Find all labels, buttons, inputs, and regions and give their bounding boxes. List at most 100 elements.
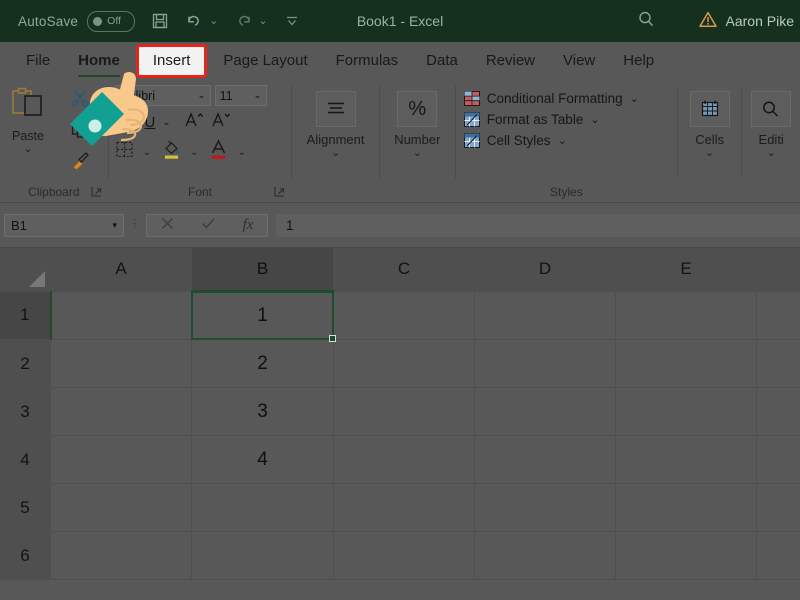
confirm-check-icon[interactable] [201, 217, 216, 233]
tab-file[interactable]: File [12, 42, 64, 80]
cell-d1[interactable] [475, 291, 616, 340]
tab-help[interactable]: Help [609, 42, 668, 80]
cell-b5[interactable] [192, 484, 334, 532]
paste-button[interactable]: Paste ⌄ [0, 85, 56, 155]
row-header-3[interactable]: 3 [0, 388, 51, 436]
tab-home[interactable]: Home [64, 42, 134, 80]
cell-d5[interactable] [475, 484, 616, 532]
format-as-table-button[interactable]: Format as Table ⌄ [464, 112, 639, 127]
underline-icon[interactable]: U [145, 114, 156, 131]
warning-triangle-icon[interactable] [699, 11, 717, 31]
select-all-corner-icon[interactable] [0, 248, 51, 291]
column-header-e[interactable]: E [616, 248, 757, 291]
cell-f1[interactable] [757, 291, 800, 340]
borders-icon[interactable] [115, 140, 135, 164]
cell-c6[interactable] [334, 532, 475, 580]
insert-function-fx-icon[interactable]: fx [243, 217, 254, 234]
cell-a2[interactable] [51, 340, 192, 388]
cell-d2[interactable] [475, 340, 616, 388]
font-color-icon[interactable] [209, 139, 229, 165]
tab-view[interactable]: View [549, 42, 609, 80]
cell-f3[interactable] [757, 388, 800, 436]
name-box[interactable]: B1 ▾ [4, 214, 124, 237]
cell-d6[interactable] [475, 532, 616, 580]
copy-icon[interactable] [71, 120, 90, 144]
cell-a3[interactable] [51, 388, 192, 436]
cell-a4[interactable] [51, 436, 192, 484]
column-header-a[interactable]: A [51, 248, 192, 291]
row-header-4[interactable]: 4 [0, 436, 51, 484]
cell-d3[interactable] [475, 388, 616, 436]
cell-c2[interactable] [334, 340, 475, 388]
row-header-5[interactable]: 5 [0, 484, 51, 532]
number-chevron-down-icon[interactable]: ⌄ [413, 148, 422, 159]
customize-quick-access-icon[interactable] [284, 14, 300, 28]
cell-b3[interactable]: 3 [192, 388, 334, 436]
cell-styles-button[interactable]: Cell Styles ⌄ [464, 133, 639, 148]
cell-b2[interactable]: 2 [192, 340, 334, 388]
underline-chevron-down-icon[interactable]: ⌄ [162, 117, 170, 128]
conditional-formatting-button[interactable]: Conditional Formatting ⌄ [464, 91, 639, 106]
row-header-2[interactable]: 2 [0, 340, 51, 388]
tab-data[interactable]: Data [412, 42, 472, 80]
undo-icon[interactable] [185, 12, 204, 30]
cell-a6[interactable] [51, 532, 192, 580]
decrease-font-size-icon[interactable] [211, 111, 231, 133]
save-icon[interactable] [151, 12, 169, 30]
name-box-chevron-down-icon[interactable]: ▾ [112, 220, 117, 231]
ribbon-group-editing[interactable]: Editi ⌄ [742, 80, 800, 202]
cell-c3[interactable] [334, 388, 475, 436]
font-name-combobox[interactable]: Calibri ⌄ [115, 85, 211, 106]
tab-review[interactable]: Review [472, 42, 549, 80]
row-header-1[interactable]: 1 [0, 291, 51, 340]
column-header-f[interactable] [757, 248, 800, 291]
cell-e6[interactable] [616, 532, 757, 580]
tab-page-layout[interactable]: Page Layout [209, 42, 321, 80]
tab-insert[interactable]: Insert [136, 44, 208, 78]
undo-chevron-down-icon[interactable]: ⌄ [209, 16, 218, 27]
ribbon-group-cells[interactable]: Cells ⌄ [678, 80, 741, 202]
user-name-label[interactable]: Aaron Pike [726, 13, 794, 29]
cell-a5[interactable] [51, 484, 192, 532]
cell-b1[interactable]: 1 [192, 291, 334, 340]
cells-chevron-down-icon[interactable]: ⌄ [705, 148, 714, 159]
redo-icon[interactable] [234, 12, 253, 30]
format-painter-brush-icon[interactable] [70, 151, 90, 175]
column-header-c[interactable]: C [334, 248, 475, 291]
column-header-b[interactable]: B [192, 248, 334, 291]
cell-e2[interactable] [616, 340, 757, 388]
editing-chevron-down-icon[interactable]: ⌄ [767, 148, 776, 159]
autosave-toggle[interactable]: Off [87, 11, 135, 32]
conditional-formatting-chevron-down-icon[interactable]: ⌄ [630, 92, 639, 105]
search-icon[interactable] [636, 9, 657, 33]
cell-f4[interactable] [757, 436, 800, 484]
column-header-d[interactable]: D [475, 248, 616, 291]
cancel-x-icon[interactable] [161, 217, 174, 233]
cell-b4[interactable]: 4 [192, 436, 334, 484]
font-size-combobox[interactable]: 11 ⌄ [215, 85, 267, 106]
cell-b6[interactable] [192, 532, 334, 580]
cell-e3[interactable] [616, 388, 757, 436]
cell-a1[interactable] [51, 291, 192, 340]
cell-d4[interactable] [475, 436, 616, 484]
cell-f6[interactable] [757, 532, 800, 580]
cell-f2[interactable] [757, 340, 800, 388]
clipboard-dialog-launcher-icon[interactable] [91, 186, 102, 200]
italic-icon[interactable]: I [133, 114, 138, 131]
borders-chevron-down-icon[interactable]: ⌄ [143, 147, 151, 158]
fill-color-icon[interactable] [162, 139, 182, 165]
cell-styles-chevron-down-icon[interactable]: ⌄ [558, 134, 567, 147]
cell-e5[interactable] [616, 484, 757, 532]
cell-e4[interactable] [616, 436, 757, 484]
font-color-chevron-down-icon[interactable]: ⌄ [237, 147, 245, 158]
paste-chevron-down-icon[interactable]: ⌄ [23, 144, 32, 155]
ribbon-group-alignment[interactable]: Alignment ⌄ [292, 80, 379, 202]
font-dialog-launcher-icon[interactable] [274, 186, 285, 200]
font-name-chevron-down-icon[interactable]: ⌄ [197, 90, 205, 101]
bold-icon[interactable]: B [115, 114, 126, 131]
ribbon-group-number[interactable]: % Number ⌄ [380, 80, 455, 202]
redo-chevron-down-icon[interactable]: ⌄ [258, 16, 267, 27]
cell-c1[interactable] [334, 291, 475, 340]
fill-color-chevron-down-icon[interactable]: ⌄ [190, 147, 198, 158]
alignment-chevron-down-icon[interactable]: ⌄ [331, 148, 340, 159]
